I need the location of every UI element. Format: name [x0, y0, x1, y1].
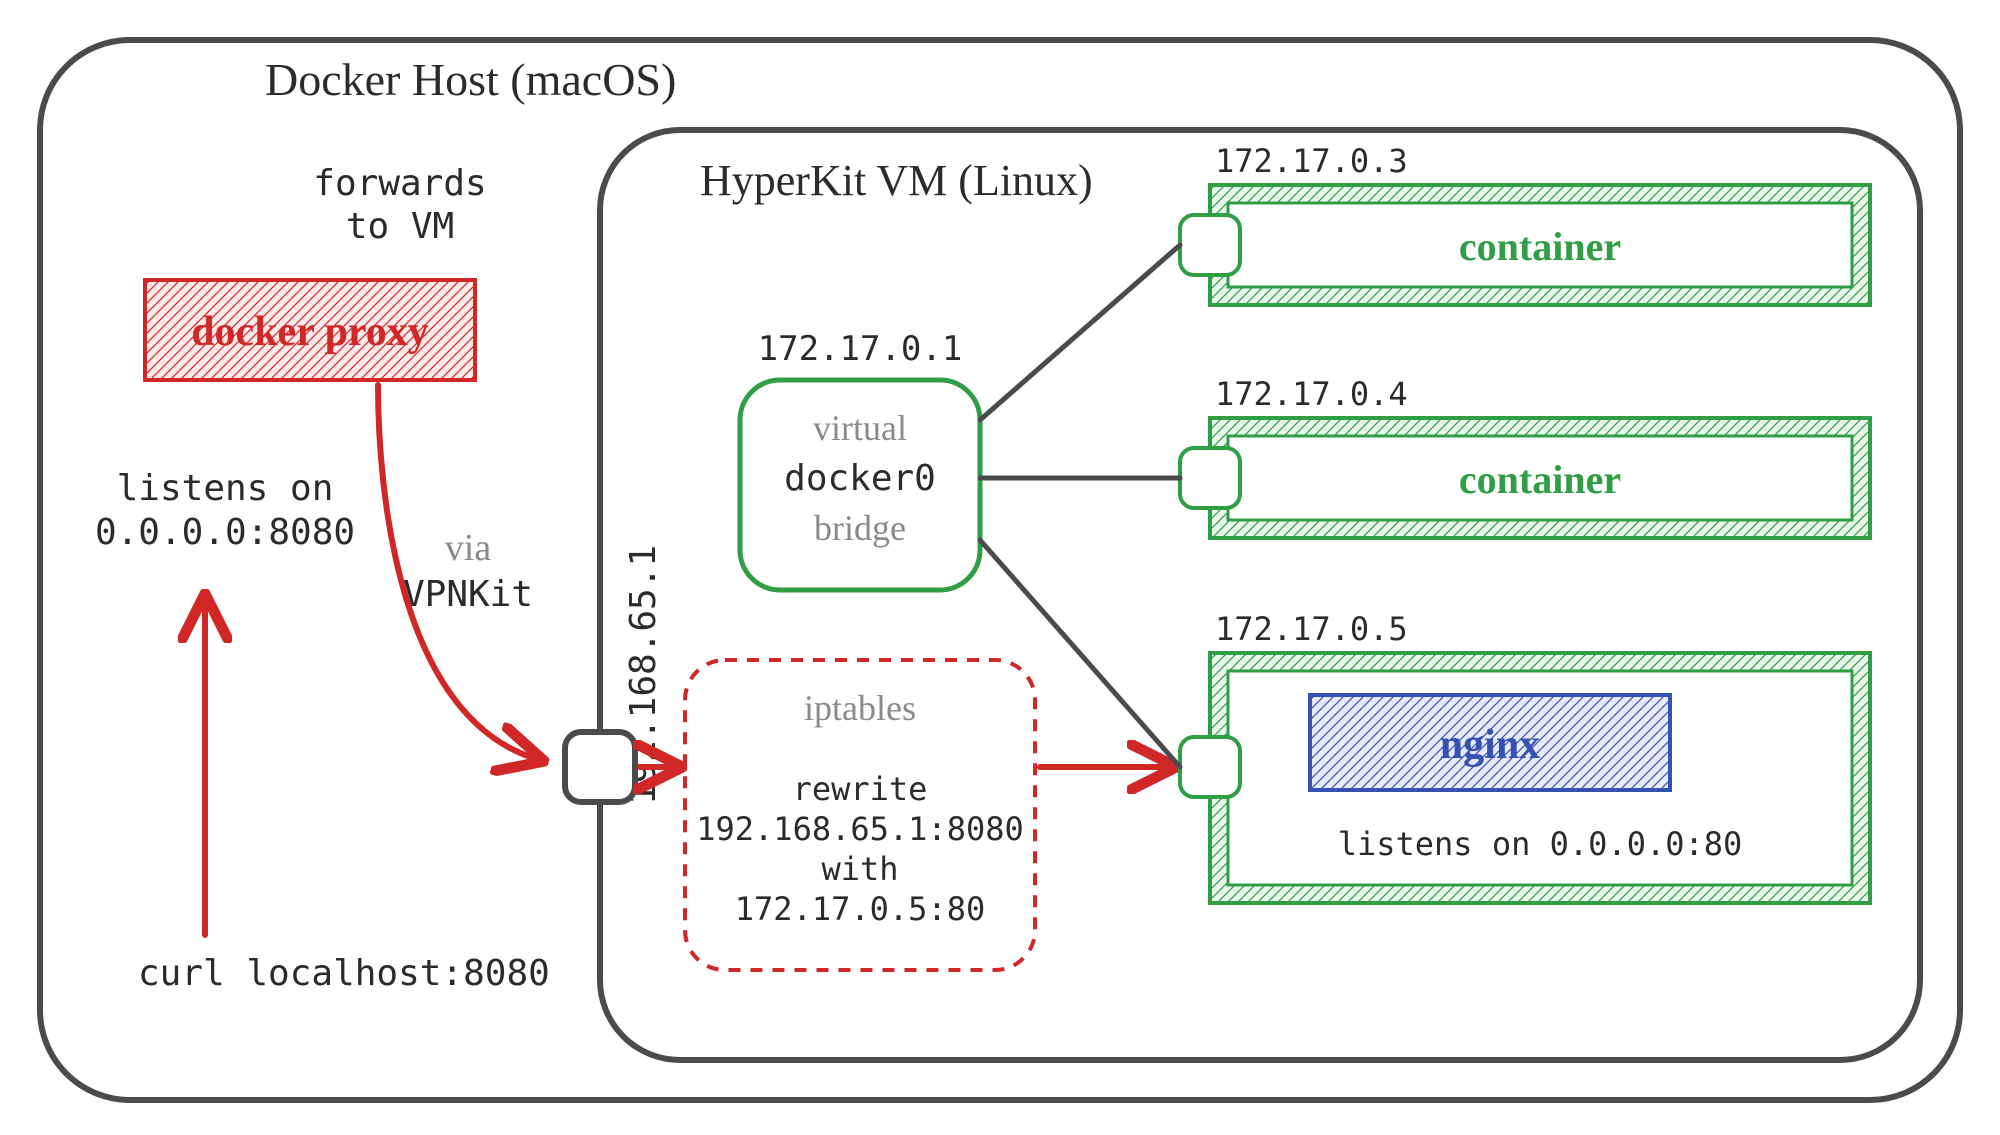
container-1-port	[1180, 215, 1240, 275]
forwards-label-1: forwards	[313, 163, 486, 204]
curl-command: curl localhost:8080	[138, 953, 550, 994]
iptables-rewrite: rewrite	[793, 770, 928, 808]
iptables-title: iptables	[804, 688, 916, 728]
bridge-line3: bridge	[814, 508, 906, 548]
docker-proxy-box: docker proxy	[145, 280, 475, 380]
container-2-label: container	[1459, 457, 1621, 502]
container-2-port	[1180, 448, 1240, 508]
vm-title: HyperKit VM (Linux)	[700, 156, 1093, 205]
container-1: 172.17.0.3 container	[1180, 142, 1870, 305]
container-1-label: container	[1459, 224, 1621, 269]
container-1-ip: 172.17.0.3	[1215, 142, 1408, 180]
bridge-ip: 172.17.0.1	[758, 329, 963, 369]
via-label-1: via	[445, 527, 492, 569]
iptables-from: 192.168.65.1:8080	[696, 810, 1024, 848]
host-listens-1: listens on	[117, 468, 334, 509]
docker-proxy-label: docker proxy	[191, 309, 429, 355]
nginx-label: nginx	[1440, 722, 1540, 768]
bridge-line1: virtual	[813, 408, 907, 448]
via-label-2: VPNKit	[403, 574, 533, 615]
diagram-root: Docker Host (macOS) forwards to VM docke…	[0, 0, 2000, 1135]
vm-entry-port	[565, 732, 635, 802]
container-2-ip: 172.17.0.4	[1215, 375, 1408, 413]
nginx-listens: listens on 0.0.0.0:80	[1338, 825, 1743, 863]
link-bridge-c1	[980, 245, 1180, 420]
bridge-line2: docker0	[784, 458, 936, 499]
host-listens-2: 0.0.0.0:8080	[95, 512, 355, 553]
host-title: Docker Host (macOS)	[265, 54, 676, 105]
iptables-with: with	[821, 850, 898, 888]
forwards-label-2: to VM	[346, 206, 454, 247]
iptables-to: 172.17.0.5:80	[735, 890, 985, 928]
arrow-proxy-to-vm	[378, 385, 540, 760]
link-bridge-c3	[980, 540, 1180, 767]
container-3-ip: 172.17.0.5	[1215, 610, 1408, 648]
container-3-port	[1180, 737, 1240, 797]
container-2: 172.17.0.4 container	[1180, 375, 1870, 538]
container-nginx: 172.17.0.5 nginx listens on 0.0.0.0:80	[1180, 610, 1870, 903]
